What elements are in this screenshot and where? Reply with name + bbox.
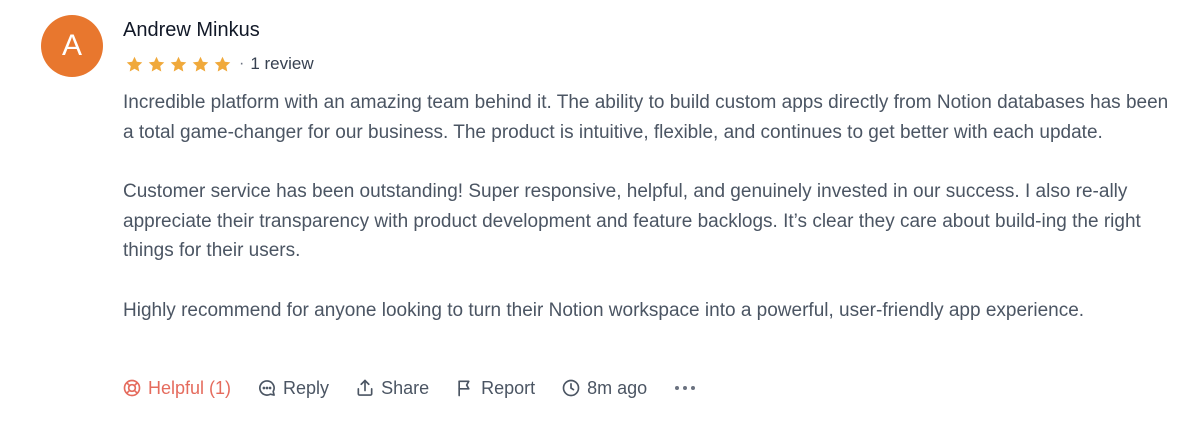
review-card: A Andrew Minkus · 1 review Incredible pl… — [0, 0, 1200, 423]
review-paragraph: Incredible platform with an amazing team… — [123, 92, 1169, 143]
report-button[interactable]: Report — [455, 378, 535, 399]
review-paragraph: Customer service has been outstanding! S… — [123, 181, 1141, 261]
star-icon — [148, 56, 165, 71]
share-button[interactable]: Share — [355, 378, 429, 399]
review-body: Incredible platform with an amazing team… — [123, 88, 1183, 355]
report-label: Report — [481, 377, 536, 398]
more-icon[interactable] — [673, 382, 697, 394]
helpful-button[interactable]: Helpful (1) — [122, 378, 231, 399]
flag-icon — [458, 380, 470, 397]
review-count[interactable]: 1 review — [250, 54, 313, 74]
star-icon — [192, 56, 209, 71]
star-rating — [125, 55, 232, 74]
star-icon — [170, 56, 187, 71]
rating-row: · 1 review — [125, 52, 314, 76]
avatar[interactable]: A — [41, 15, 103, 77]
reply-button[interactable]: Reply — [257, 378, 329, 399]
chat-bubble-icon — [259, 380, 275, 396]
author-name[interactable]: Andrew Minkus — [123, 18, 260, 42]
timestamp: 8m ago — [561, 378, 647, 399]
time-ago: 8m ago — [587, 377, 648, 398]
review-actions: Helpful (1) Reply Share Report 8m ago — [122, 374, 697, 402]
lifebuoy-icon — [123, 379, 141, 397]
star-icon — [126, 56, 143, 71]
more-dot — [683, 386, 688, 390]
more-dot — [691, 386, 696, 390]
separator-dot: · — [239, 55, 245, 72]
star-icon — [214, 56, 231, 71]
share-icon — [357, 379, 373, 396]
avatar-letter: A — [61, 29, 82, 62]
more-dot — [675, 386, 680, 390]
share-label: Share — [381, 377, 430, 398]
clock-icon — [562, 379, 580, 397]
helpful-label: Helpful (1) — [148, 377, 232, 398]
review-paragraph: Highly recommend for anyone looking to t… — [123, 299, 1085, 321]
reply-label: Reply — [283, 377, 330, 398]
